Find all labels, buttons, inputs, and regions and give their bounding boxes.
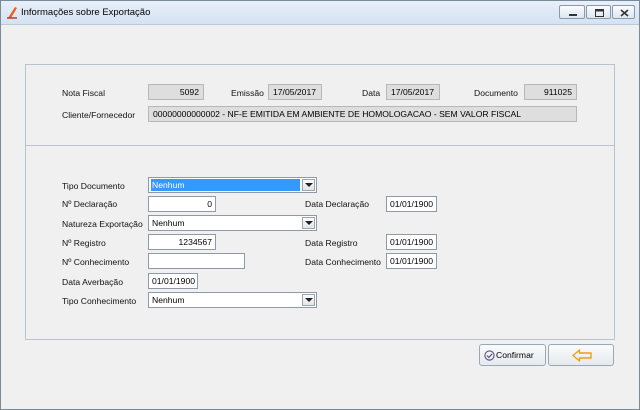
tipo-conhecimento-label: Tipo Conhecimento: [62, 296, 137, 306]
emissao-field: 17/05/2017: [268, 84, 322, 100]
natureza-exportacao-select[interactable]: Nenhum: [148, 215, 317, 231]
chevron-down-icon: [305, 298, 313, 302]
data-registro-input[interactable]: 01/01/1900: [386, 234, 437, 250]
chevron-down-icon: [305, 183, 313, 187]
num-registro-label: Nº Registro: [62, 238, 106, 248]
minimize-button[interactable]: [559, 5, 585, 19]
arrow-left-icon: [572, 349, 592, 362]
confirm-button-label: Confirmar: [496, 350, 534, 360]
minimize-icon: [569, 14, 577, 16]
dropdown-arrow-button[interactable]: [302, 294, 315, 306]
cliente-label: Cliente/Fornecedor: [62, 110, 136, 120]
export-info-window: Informações sobre Exportação Nota Fiscal…: [0, 0, 640, 410]
cliente-field: 00000000000002 - NF-E EMITIDA EM AMBIENT…: [148, 106, 577, 122]
back-button[interactable]: [548, 344, 614, 366]
maximize-button[interactable]: [586, 5, 611, 19]
close-button[interactable]: [612, 5, 635, 19]
chevron-down-icon: [305, 221, 313, 225]
app-logo-icon: [7, 7, 17, 19]
tipo-documento-select[interactable]: Nenhum: [148, 177, 317, 193]
dropdown-arrow-button[interactable]: [302, 179, 315, 191]
data-declaracao-label: Data Declaração: [305, 199, 370, 209]
tipo-conhecimento-select[interactable]: Nenhum: [148, 292, 317, 308]
data-field: 17/05/2017: [386, 84, 440, 100]
natureza-exportacao-label: Natureza Exportação: [62, 219, 143, 229]
data-conhecimento-input[interactable]: 01/01/1900: [386, 253, 437, 269]
invoice-info-panel: [25, 64, 615, 146]
num-conhecimento-input[interactable]: [148, 253, 245, 269]
documento-label: Documento: [474, 88, 518, 98]
title-bar: Informações sobre Exportação: [1, 1, 639, 25]
nota-fiscal-field: 5092: [148, 84, 204, 100]
data-conhecimento-label: Data Conhecimento: [305, 257, 381, 267]
check-circle-icon: [484, 350, 495, 361]
data-registro-label: Data Registro: [305, 238, 358, 248]
close-icon: [620, 9, 629, 17]
emissao-label: Emissão: [231, 88, 264, 98]
confirm-button[interactable]: Confirmar: [479, 344, 546, 366]
nota-fiscal-label: Nota Fiscal: [62, 88, 105, 98]
window-title: Informações sobre Exportação: [21, 7, 151, 18]
num-conhecimento-label: Nº Conhecimento: [62, 257, 130, 267]
data-averbacao-label: Data Averbação: [62, 277, 123, 287]
natureza-exportacao-value: Nenhum: [152, 218, 185, 228]
documento-field: 911025: [524, 84, 577, 100]
tipo-documento-label: Tipo Documento: [62, 181, 125, 191]
num-declaracao-input[interactable]: 0: [148, 196, 216, 212]
tipo-conhecimento-value: Nenhum: [152, 295, 185, 305]
maximize-icon: [595, 9, 604, 17]
num-registro-input[interactable]: 1234567: [148, 234, 216, 250]
tipo-documento-value: Nenhum: [151, 179, 300, 191]
data-averbacao-input[interactable]: 01/01/1900: [148, 273, 198, 289]
dropdown-arrow-button[interactable]: [302, 217, 315, 229]
data-declaracao-input[interactable]: 01/01/1900: [386, 196, 437, 212]
num-declaracao-label: Nº Declaração: [62, 199, 118, 209]
data-label: Data: [362, 88, 381, 98]
